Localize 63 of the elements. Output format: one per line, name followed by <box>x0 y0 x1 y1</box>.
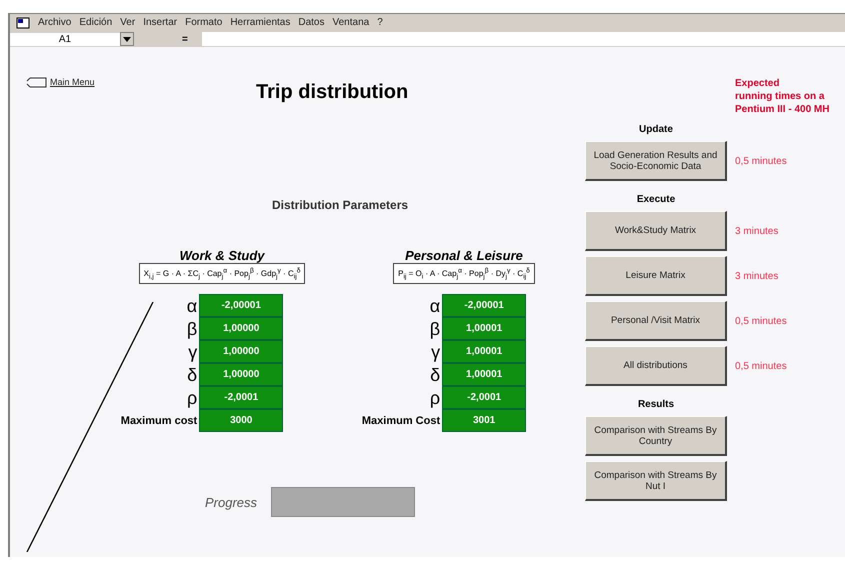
expected-times-note: Pentium III - 400 MH <box>735 103 830 116</box>
running-time: 0,5 minutes <box>735 156 788 166</box>
parameter-label: α <box>186 294 198 317</box>
menu-item[interactable]: ? <box>377 17 383 28</box>
action-button[interactable]: All distributions <box>585 346 727 386</box>
parameter-label: δ <box>186 364 198 386</box>
menu-item[interactable]: Ventana <box>332 17 370 28</box>
parameter-label: β <box>428 318 440 340</box>
document-icon <box>16 16 30 28</box>
menu-item[interactable]: Herramientas <box>230 17 290 28</box>
parameter-value[interactable]: 3000 <box>199 409 284 432</box>
parameter-label: β <box>186 318 198 340</box>
main-menu-link[interactable]: Main Menu <box>50 77 95 87</box>
section-heading: Results <box>636 399 676 410</box>
menu-item[interactable]: Edición <box>79 17 112 28</box>
parameter-set-title: Work & Study <box>180 248 264 263</box>
parameter-value[interactable]: 1,00000 <box>199 340 284 364</box>
menu-item[interactable]: Formato <box>185 17 222 28</box>
menu-item[interactable]: Archivo <box>38 17 72 28</box>
action-button[interactable]: Load Generation Results and Socio-Economic Data <box>585 141 727 181</box>
running-time: 0,5 minutes <box>735 316 788 326</box>
running-time: 0,5 minutes <box>735 360 788 372</box>
running-time: 3 minutes <box>735 270 780 282</box>
parameter-value[interactable]: 1,00001 <box>442 363 526 386</box>
parameter-label: δ <box>429 364 440 386</box>
action-button[interactable]: Work&Study Matrix <box>585 211 727 251</box>
section-heading: Distribution Parameters <box>272 198 410 212</box>
action-button[interactable]: Comparison with Streams By Nut I <box>585 461 727 501</box>
expected-times-note: Expected <box>735 77 780 90</box>
section-heading: Update <box>638 124 674 135</box>
equals-sign: = <box>182 34 188 44</box>
page-title: Trip distribution <box>256 81 408 104</box>
running-time: 3 minutes <box>735 226 780 236</box>
parameter-label: α <box>428 294 440 317</box>
action-button[interactable]: Leisure Matrix <box>585 256 727 296</box>
menu-item[interactable]: Insertar <box>143 17 178 28</box>
parameter-value[interactable]: -2,00001 <box>199 294 284 318</box>
dropdown-button[interactable] <box>120 32 134 46</box>
parameter-value[interactable]: 3001 <box>442 409 526 432</box>
parameter-label: γ <box>187 340 198 363</box>
parameter-value[interactable]: 1,00000 <box>199 317 284 340</box>
parameter-value[interactable]: -2,00001 <box>442 294 526 318</box>
action-button[interactable]: Personal /Visit Matrix <box>585 301 727 341</box>
parameter-value[interactable]: 1,00001 <box>442 317 526 340</box>
parameter-value[interactable]: -2,0001 <box>442 386 526 410</box>
caret-icon <box>123 36 131 42</box>
menu-item[interactable]: Ver <box>120 17 136 28</box>
parameter-label: ρ <box>428 386 440 409</box>
name-box[interactable]: A1 <box>10 32 120 46</box>
section-heading: Execute <box>636 194 676 205</box>
parameter-label: ρ <box>186 386 198 409</box>
formula-field[interactable] <box>202 32 845 46</box>
parameter-label: Maximum cost <box>120 414 198 427</box>
parameter-value[interactable]: -2,0001 <box>199 386 284 410</box>
parameter-value[interactable]: 1,00001 <box>442 340 526 364</box>
expected-times-note: running times on a <box>735 90 824 103</box>
progress-label: Progress <box>205 494 258 510</box>
parameter-label: γ <box>430 340 440 363</box>
menu-item[interactable]: Datos <box>298 17 324 28</box>
parameter-value[interactable]: 1,00000 <box>199 363 284 386</box>
action-button[interactable]: Comparison with Streams By Country <box>585 416 727 456</box>
parameter-set-title: Personal & Leisure <box>405 248 523 263</box>
parameter-label: Maximum Cost <box>362 414 440 427</box>
